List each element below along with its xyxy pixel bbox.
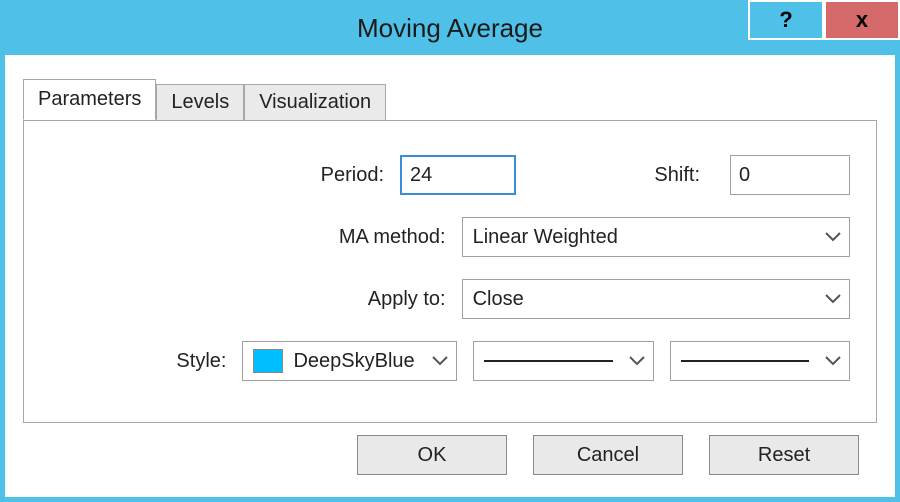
chevron-down-icon xyxy=(825,232,841,242)
tab-levels[interactable]: Levels xyxy=(156,84,244,121)
window-controls: ? x xyxy=(748,0,900,40)
client-area: Parameters Levels Visualization Period: … xyxy=(5,55,895,497)
style-color-select[interactable]: DeepSkyBlue xyxy=(242,341,457,381)
ma-method-label: MA method: xyxy=(50,226,462,249)
help-button[interactable]: ? xyxy=(748,0,824,40)
style-linetype-select[interactable] xyxy=(473,341,653,381)
chevron-down-icon xyxy=(825,294,841,304)
style-color-value: DeepSkyBlue xyxy=(293,350,414,373)
ok-button[interactable]: OK xyxy=(357,435,507,475)
reset-button[interactable]: Reset xyxy=(709,435,859,475)
ma-method-value: Linear Weighted xyxy=(473,226,618,249)
chevron-down-icon xyxy=(825,356,841,366)
period-label: Period: xyxy=(50,164,400,187)
line-preview-icon xyxy=(681,360,809,362)
apply-to-select[interactable]: Close xyxy=(462,279,850,319)
tab-visualization[interactable]: Visualization xyxy=(244,84,386,121)
style-linewidth-select[interactable] xyxy=(670,341,850,381)
row-apply-to: Apply to: Close xyxy=(50,279,850,319)
close-icon: x xyxy=(856,7,868,33)
line-preview-icon xyxy=(484,360,612,362)
cancel-button[interactable]: Cancel xyxy=(533,435,683,475)
period-input[interactable] xyxy=(400,155,516,195)
chevron-down-icon xyxy=(432,356,448,366)
shift-label: Shift: xyxy=(516,164,716,187)
row-ma-method: MA method: Linear Weighted xyxy=(50,217,850,257)
shift-input[interactable] xyxy=(730,155,850,195)
row-period-shift: Period: Shift: xyxy=(50,155,850,195)
window-title: Moving Average xyxy=(357,13,543,44)
chevron-down-icon xyxy=(629,356,645,366)
dialog-footer: OK Cancel Reset xyxy=(23,423,877,487)
tab-strip: Parameters Levels Visualization xyxy=(23,79,877,120)
ma-method-select[interactable]: Linear Weighted xyxy=(462,217,850,257)
dialog-window: Moving Average ? x Parameters Levels Vis… xyxy=(0,0,900,502)
color-swatch xyxy=(253,349,283,373)
apply-to-label: Apply to: xyxy=(50,288,462,311)
close-button[interactable]: x xyxy=(824,0,900,40)
row-style: Style: DeepSkyBlue xyxy=(50,341,850,381)
apply-to-value: Close xyxy=(473,288,524,311)
style-label: Style: xyxy=(50,350,242,373)
tab-pane-parameters: Period: Shift: MA method: Linear Weighte… xyxy=(23,120,877,423)
tab-parameters[interactable]: Parameters xyxy=(23,79,156,120)
titlebar: Moving Average ? x xyxy=(5,5,895,55)
help-icon: ? xyxy=(779,7,792,33)
